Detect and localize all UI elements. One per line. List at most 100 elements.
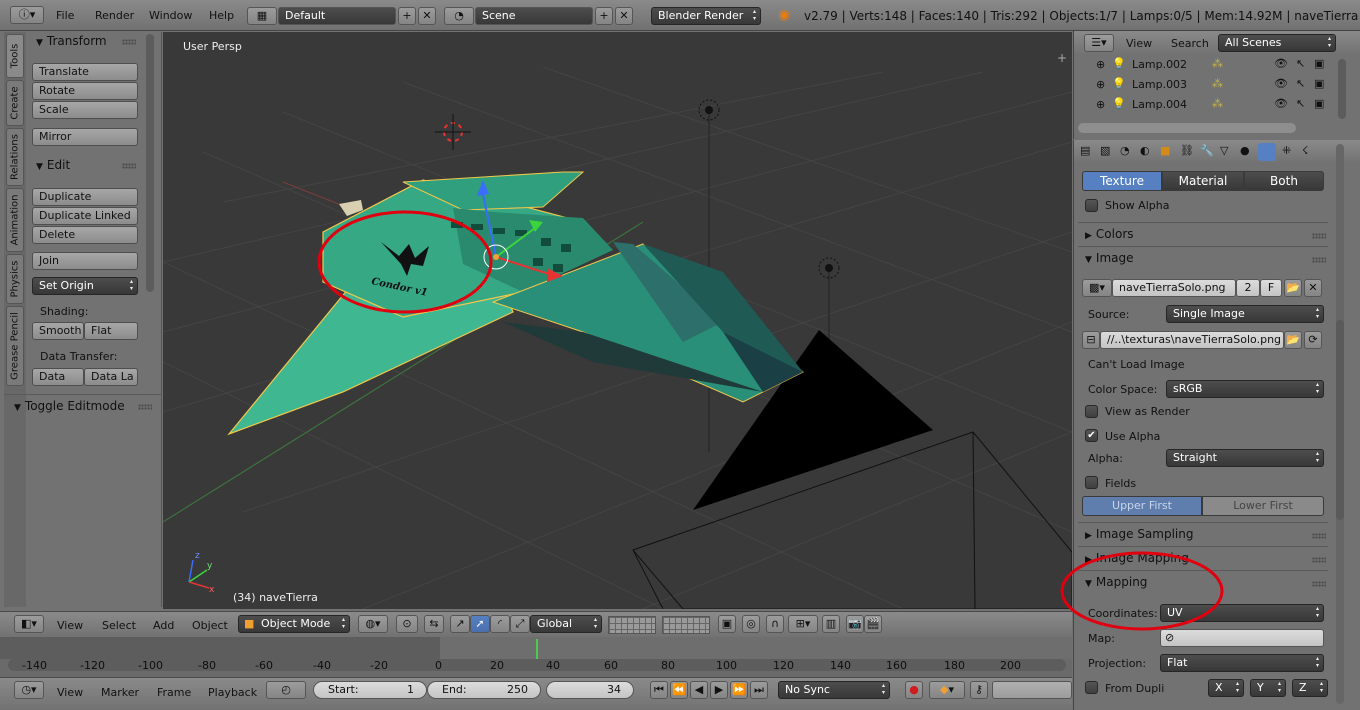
- menu-file[interactable]: File: [56, 9, 74, 22]
- delete-button[interactable]: Delete: [32, 226, 138, 244]
- properties-region-toggle-icon[interactable]: +: [1057, 51, 1067, 65]
- mesh-data-context-icon[interactable]: ▽: [1220, 144, 1228, 157]
- panel-grip-icon[interactable]: [1312, 257, 1326, 263]
- from-dupli-checkbox[interactable]: [1085, 681, 1098, 694]
- properties-scrollbar-thumb[interactable]: [1336, 320, 1344, 520]
- camera-object[interactable]: [632, 431, 1072, 609]
- scene-field[interactable]: Scene: [475, 7, 593, 25]
- render-still-icon[interactable]: 📷: [846, 615, 864, 633]
- data-layout-button[interactable]: Data La: [84, 368, 138, 386]
- outliner-row[interactable]: ⊕ 💡 Lamp.004 ⁂ 👁 ↖ ▣: [1074, 95, 1334, 115]
- screen-layout-icon[interactable]: ▦: [247, 7, 277, 25]
- snap-element-icon[interactable]: ⊞▾: [788, 615, 818, 633]
- outliner-row[interactable]: ⊕ 💡 Lamp.002 ⁂ 👁 ↖ ▣: [1074, 55, 1334, 75]
- data-transfer-button[interactable]: Data: [32, 368, 84, 386]
- colors-panel-header[interactable]: ▶ Colors: [1085, 227, 1134, 241]
- outliner-horizontal-scrollbar[interactable]: [1078, 123, 1296, 133]
- outliner-item-label[interactable]: Lamp.003: [1132, 78, 1187, 91]
- insert-keyframe-icon[interactable]: ⚷: [970, 681, 988, 699]
- mapping-y-dropdown[interactable]: Y: [1250, 679, 1286, 697]
- timeline-area[interactable]: -140 -120 -100 -80 -60 -40 -20 0 20 40 6…: [0, 637, 1072, 677]
- translate-button[interactable]: Translate: [32, 63, 138, 81]
- add-scene-icon[interactable]: +: [595, 7, 613, 25]
- alpha-mode-dropdown[interactable]: Straight: [1166, 449, 1324, 467]
- outliner-item-label[interactable]: Lamp.002: [1132, 58, 1187, 71]
- keying-set-icon[interactable]: ◆▾: [929, 681, 965, 699]
- use-alpha-checkbox[interactable]: ✔: [1085, 429, 1098, 442]
- render-animation-icon[interactable]: 🎬: [864, 615, 882, 633]
- visibility-eye-icon[interactable]: 👁: [1274, 97, 1288, 110]
- tab-grease-pencil[interactable]: Grease Pencil: [6, 306, 24, 386]
- expand-icon[interactable]: ⊕: [1096, 58, 1105, 71]
- jump-end-icon[interactable]: ⏭: [750, 681, 768, 699]
- timeline-scrollbar[interactable]: [8, 659, 1066, 671]
- layers-first-group[interactable]: [608, 616, 656, 634]
- menu-frame[interactable]: Frame: [157, 686, 191, 699]
- close-screen-icon[interactable]: ✕: [418, 7, 436, 25]
- jump-keyframe-back-icon[interactable]: ⏪: [670, 681, 688, 699]
- source-dropdown[interactable]: Single Image: [1166, 305, 1324, 323]
- renderable-camera-icon[interactable]: ▣: [1314, 57, 1324, 70]
- material-type-tab[interactable]: Material: [1162, 171, 1244, 191]
- panel-grip-icon[interactable]: [1312, 581, 1326, 587]
- selectable-cursor-icon[interactable]: ↖: [1296, 57, 1305, 70]
- outliner-row[interactable]: ⊕ 💡 Lamp.003 ⁂ 👁 ↖ ▣: [1074, 75, 1334, 95]
- panel-grip-icon[interactable]: [138, 404, 152, 410]
- play-icon[interactable]: ▶: [710, 681, 728, 699]
- mirror-button[interactable]: Mirror: [32, 128, 138, 146]
- smooth-button[interactable]: Smooth: [32, 322, 84, 340]
- panel-grip-icon[interactable]: [1312, 533, 1326, 539]
- tool-shelf-scrollbar[interactable]: [146, 34, 154, 292]
- editor-type-info-icon[interactable]: ⓘ▾: [10, 6, 44, 24]
- menu-search[interactable]: Search: [1171, 37, 1209, 50]
- mapping-z-dropdown[interactable]: Z: [1292, 679, 1328, 697]
- image-users-field[interactable]: 2: [1236, 279, 1260, 297]
- visibility-eye-icon[interactable]: 👁: [1274, 77, 1288, 90]
- upper-first-toggle[interactable]: Upper First: [1082, 496, 1202, 516]
- image-browse-icon[interactable]: ▩▾: [1082, 279, 1112, 297]
- close-scene-icon[interactable]: ✕: [615, 7, 633, 25]
- panel-grip-icon[interactable]: [122, 39, 136, 45]
- fields-checkbox[interactable]: [1085, 476, 1098, 489]
- color-space-dropdown[interactable]: sRGB: [1166, 380, 1324, 398]
- current-frame-field[interactable]: 34: [546, 681, 634, 699]
- proportional-edit-icon[interactable]: ◎: [742, 615, 760, 633]
- render-context-icon[interactable]: ▤: [1080, 144, 1090, 157]
- reload-image-icon[interactable]: ⟳: [1304, 331, 1322, 349]
- projection-dropdown[interactable]: Flat: [1160, 654, 1324, 672]
- image-filepath-field[interactable]: //..\texturas\naveTierraSolo.png: [1100, 331, 1284, 349]
- object-context-icon[interactable]: ■: [1160, 144, 1170, 157]
- editor-type-timeline-icon[interactable]: ◷▾: [14, 681, 44, 699]
- manipulator-move-icon[interactable]: ➚: [470, 615, 490, 633]
- renderable-camera-icon[interactable]: ▣: [1314, 77, 1324, 90]
- layers-second-group[interactable]: [662, 616, 710, 634]
- scene-context-icon[interactable]: ◔: [1120, 144, 1130, 157]
- particles-context-icon[interactable]: ⁜: [1282, 144, 1291, 157]
- view-as-render-checkbox[interactable]: [1085, 405, 1098, 418]
- transform-panel-header[interactable]: ▼ Transform: [36, 34, 107, 48]
- menu-playback[interactable]: Playback: [208, 686, 257, 699]
- image-name-field[interactable]: naveTierraSolo.png: [1112, 279, 1236, 297]
- manipulator-translate-icon[interactable]: ↗: [450, 615, 470, 633]
- panel-grip-icon[interactable]: [122, 163, 136, 169]
- jump-start-icon[interactable]: ⏮: [650, 681, 668, 699]
- physics-context-icon[interactable]: ☇: [1302, 144, 1308, 157]
- 3d-viewport[interactable]: Condor v1 z y x + User Persp (34) naveTi…: [163, 32, 1072, 609]
- play-reverse-icon[interactable]: ◀: [690, 681, 708, 699]
- rotate-button[interactable]: Rotate: [32, 82, 138, 100]
- mode-dropdown[interactable]: ■ Object Mode: [238, 615, 350, 633]
- editor-type-outliner-icon[interactable]: ☰▾: [1084, 34, 1114, 52]
- pack-image-icon[interactable]: ⊟: [1082, 331, 1100, 349]
- sync-mode-dropdown[interactable]: No Sync: [778, 681, 890, 699]
- manipulator-rotate-icon[interactable]: ◜: [490, 615, 510, 633]
- add-screen-icon[interactable]: +: [398, 7, 416, 25]
- panel-grip-icon[interactable]: [1312, 557, 1326, 563]
- end-frame-field[interactable]: End: 250: [427, 681, 541, 699]
- snap-toggle-icon[interactable]: ∩: [766, 615, 784, 633]
- screen-layout-field[interactable]: Default: [278, 7, 396, 25]
- menu-view[interactable]: View: [1126, 37, 1152, 50]
- mapping-x-dropdown[interactable]: X: [1208, 679, 1244, 697]
- visibility-eye-icon[interactable]: 👁: [1274, 57, 1288, 70]
- unlink-image-icon[interactable]: ✕: [1304, 279, 1322, 297]
- tab-create[interactable]: Create: [6, 80, 24, 126]
